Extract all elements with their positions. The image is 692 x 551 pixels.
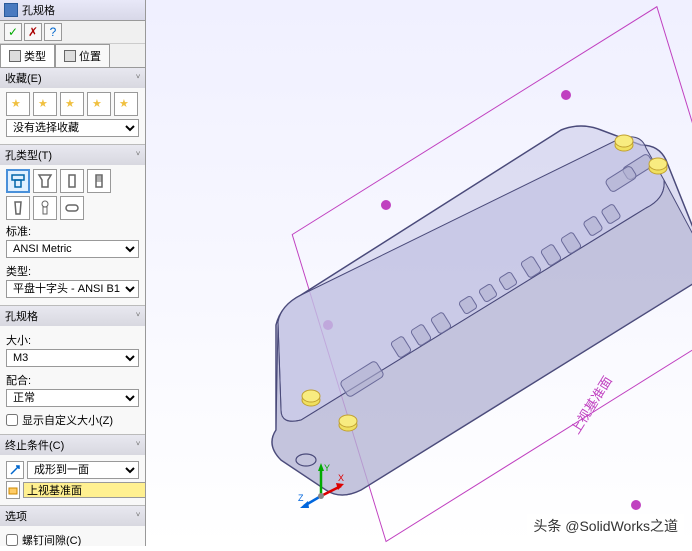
endcond-header[interactable]: 终止条件(C) ⱽ — [0, 435, 145, 455]
options-header[interactable]: 选项 ⱽ — [0, 506, 145, 526]
endcond-title: 终止条件(C) — [5, 437, 64, 453]
face-icon[interactable] — [6, 481, 20, 499]
view-triad: Y X Z — [296, 461, 346, 511]
screw-clearance-row[interactable]: 螺钉间隙(C) — [6, 532, 139, 546]
triad-y: Y — [324, 463, 330, 473]
star-icon: ★ — [11, 97, 25, 111]
fit-select[interactable]: 正常 — [6, 389, 139, 407]
tab-type-label: 类型 — [24, 48, 46, 64]
endcond-select[interactable]: 成形到一面 — [27, 461, 139, 479]
face-input[interactable] — [23, 482, 146, 498]
panel-title: 孔规格 — [22, 2, 55, 18]
screw-clearance-label: 螺钉间隙(C) — [22, 532, 81, 546]
fav-icon-5[interactable]: ★ — [114, 92, 138, 116]
section-holetype: 孔类型(T) ⱽ 标准: ANSI Metric 类型: 平盘十字头 - ANS… — [0, 145, 145, 306]
chevron-up-icon: ⱽ — [136, 511, 140, 522]
panel-header-buttons: ✓ ✗ ? — [0, 21, 145, 44]
holetype-hole-icon[interactable] — [60, 169, 84, 193]
panel-titlebar: 孔规格 — [0, 0, 145, 21]
section-endcond: 终止条件(C) ⱽ 成形到一面 — [0, 435, 145, 506]
holetype-title: 孔类型(T) — [5, 147, 52, 163]
tab-type[interactable]: 类型 — [0, 44, 55, 67]
standard-select[interactable]: ANSI Metric — [6, 240, 139, 258]
fav-icon-1[interactable]: ★ — [6, 92, 30, 116]
chevron-up-icon: ⱽ — [136, 440, 140, 451]
section-holespec: 孔规格 ⱽ 大小: M3 配合: 正常 显示自定义大小(Z) — [0, 306, 145, 435]
holetype-legacy-icon[interactable] — [33, 196, 57, 220]
favorites-header[interactable]: 收藏(E) ⱽ — [0, 68, 145, 88]
property-panel: 孔规格 ✓ ✗ ? 类型 位置 收藏(E) ⱽ ★ ★ ★ ★ ★ — [0, 0, 146, 546]
attribution-text: 头条 @SolidWorks之道 — [527, 514, 684, 538]
favorites-select[interactable]: 没有选择收藏 — [6, 119, 139, 137]
tab-position[interactable]: 位置 — [55, 44, 110, 67]
options-title: 选项 — [5, 508, 27, 524]
type-select[interactable]: 平盘十字头 - ANSI B18.6.7M — [6, 280, 139, 298]
screw-clearance-checkbox[interactable] — [6, 534, 18, 546]
holespec-title: 孔规格 — [5, 308, 38, 324]
star-icon: ★ — [92, 97, 106, 111]
custom-size-label: 显示自定义大小(Z) — [22, 412, 113, 428]
triad-z: Z — [298, 493, 304, 503]
holetype-header[interactable]: 孔类型(T) ⱽ — [0, 145, 145, 165]
tab-row: 类型 位置 — [0, 44, 145, 68]
chevron-up-icon: ⱽ — [136, 150, 140, 161]
star-icon: ★ — [119, 97, 133, 111]
custom-size-checkbox[interactable] — [6, 414, 18, 426]
tab-position-icon — [64, 50, 76, 62]
cancel-button[interactable]: ✗ — [24, 23, 42, 41]
model-view: 上视基准面 — [146, 0, 692, 546]
fav-icon-4[interactable]: ★ — [87, 92, 111, 116]
holetype-tap-icon[interactable] — [87, 169, 111, 193]
ok-button[interactable]: ✓ — [4, 23, 22, 41]
fit-label: 配合: — [6, 372, 139, 388]
holespec-header[interactable]: 孔规格 ⱽ — [0, 306, 145, 326]
size-label: 大小: — [6, 332, 139, 348]
section-options: 选项 ⱽ 螺钉间隙(C) 近端锥孔(S) 螺钉下锥孔(H) — [0, 506, 145, 546]
tab-type-icon — [9, 50, 21, 62]
star-icon: ★ — [38, 97, 52, 111]
holetype-pipe-icon[interactable] — [6, 196, 30, 220]
plane-label: 上视基准面 — [568, 374, 615, 437]
hole-wizard-icon — [4, 3, 18, 17]
type-label: 类型: — [6, 263, 139, 279]
fav-icon-2[interactable]: ★ — [33, 92, 57, 116]
triad-x: X — [338, 473, 344, 483]
chevron-up-icon: ⱽ — [136, 73, 140, 84]
favorites-title: 收藏(E) — [5, 70, 42, 86]
help-button[interactable]: ? — [44, 23, 62, 41]
tab-position-label: 位置 — [79, 48, 101, 64]
chevron-up-icon: ⱽ — [136, 311, 140, 322]
holetype-counterbore-icon[interactable] — [6, 169, 30, 193]
holetype-countersink-icon[interactable] — [33, 169, 57, 193]
direction-icon[interactable] — [6, 461, 24, 479]
standard-label: 标准: — [6, 223, 139, 239]
star-icon: ★ — [65, 97, 79, 111]
fav-icon-3[interactable]: ★ — [60, 92, 84, 116]
size-select[interactable]: M3 — [6, 349, 139, 367]
holetype-slot-icon[interactable] — [60, 196, 84, 220]
custom-size-row[interactable]: 显示自定义大小(Z) — [6, 412, 139, 428]
section-favorites: 收藏(E) ⱽ ★ ★ ★ ★ ★ 没有选择收藏 — [0, 68, 145, 145]
graphics-viewport[interactable]: 上视基准面 Y X Z 头条 @SolidWorks之道 — [146, 0, 692, 546]
